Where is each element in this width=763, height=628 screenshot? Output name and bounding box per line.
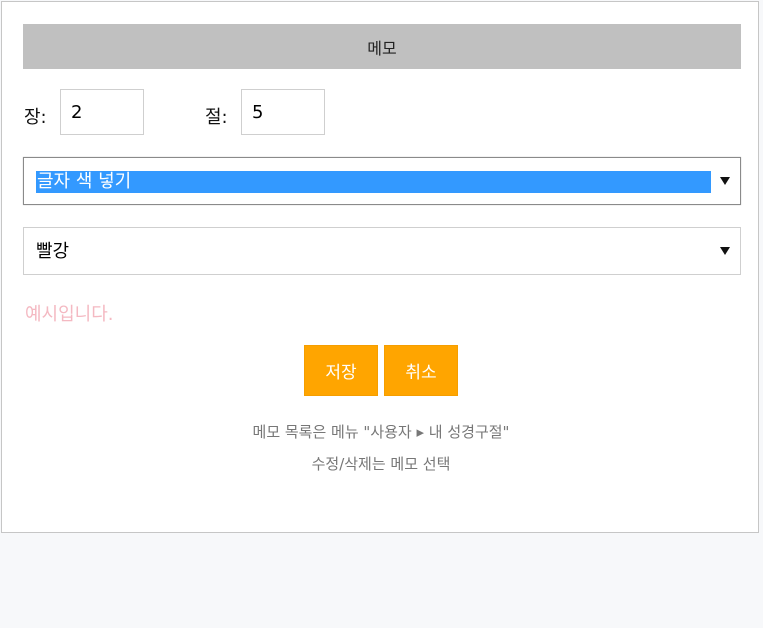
style-select-value: 글자 색 넣기 <box>36 171 711 193</box>
chevron-down-icon <box>720 247 730 255</box>
verse-input[interactable] <box>241 89 325 135</box>
memo-dialog: 메모 장: 절: 글자 색 넣기 빨강 예시입니다. 저장 취소 메모 목록은 … <box>1 1 759 533</box>
chapter-label: 장: <box>24 107 47 128</box>
color-select-value: 빨강 <box>36 241 70 262</box>
verse-label: 절: <box>205 107 228 128</box>
preview-text: 예시입니다. <box>25 304 114 325</box>
cancel-button[interactable]: 취소 <box>384 345 458 396</box>
help-text-menu: 메모 목록은 메뉴 "사용자 ▸ 내 성경구절" <box>252 423 510 441</box>
color-select[interactable]: 빨강 <box>23 227 741 275</box>
style-select[interactable]: 글자 색 넣기 <box>23 157 741 205</box>
chapter-input[interactable] <box>60 89 144 135</box>
dialog-header: 메모 <box>23 24 741 69</box>
chevron-down-icon <box>720 177 730 185</box>
help-text-edit: 수정/삭제는 메모 선택 <box>311 455 451 473</box>
save-button[interactable]: 저장 <box>304 345 378 396</box>
dialog-title: 메모 <box>367 38 397 58</box>
